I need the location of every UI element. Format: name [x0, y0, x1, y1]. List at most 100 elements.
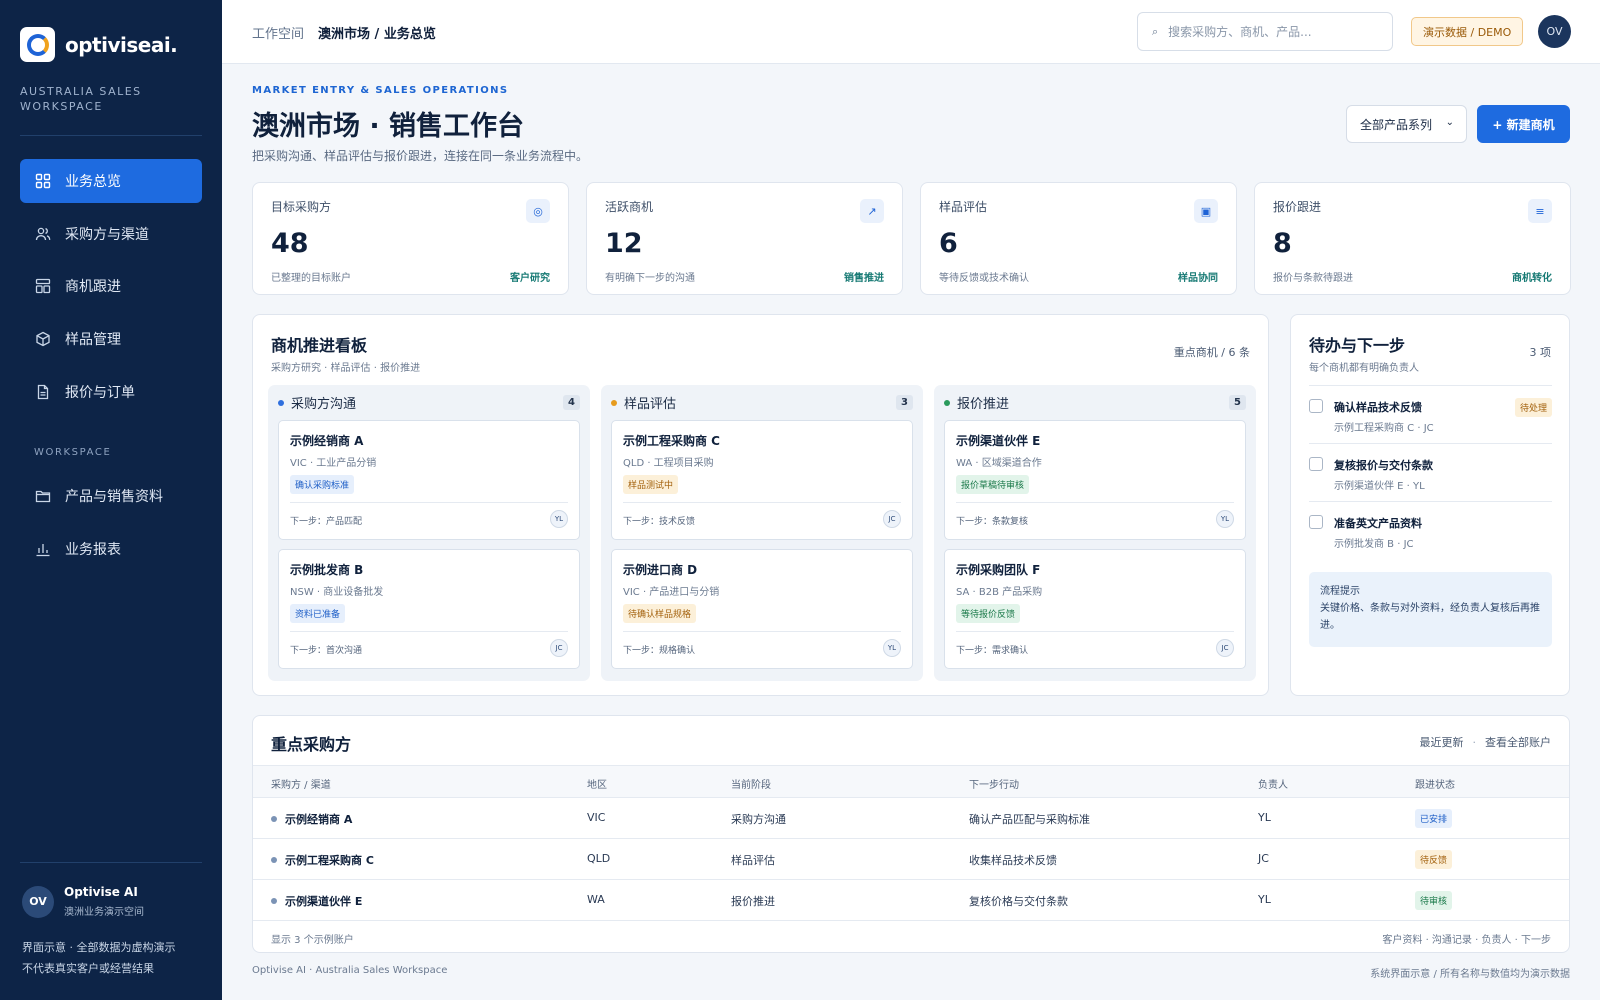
- process-tip: 流程提示 关键价格、条款与对外资料，经负责人复核后再推进。: [1309, 572, 1552, 647]
- todo-item[interactable]: 准备英文产品资料 示例批发商 B · JC: [1309, 503, 1552, 561]
- sidebar-item-buyers[interactable]: 采购方与渠道: [20, 212, 202, 256]
- column-header[interactable]: 下一步行动: [969, 776, 1019, 791]
- column-header: 报价推进: [944, 393, 1009, 412]
- todo-item[interactable]: 复核报价与交付条款 示例渠道伙伴 E · YL: [1309, 445, 1552, 503]
- stat-card[interactable]: 报价跟进 ≡ 8 报价与条款待跟进 商机转化: [1254, 182, 1571, 295]
- pipeline-icon: [35, 278, 51, 294]
- card-divider: [623, 631, 901, 632]
- opportunity-card[interactable]: 示例采购团队 F SA · B2B 产品采购 等待报价反馈 下一步：需求确认 J…: [944, 549, 1246, 669]
- opportunity-card[interactable]: 示例渠道伙伴 E WA · 区域渠道合作 报价草稿待审核 下一步：条款复核 YL: [944, 420, 1246, 540]
- page-title: 澳洲市场 · 销售工作台: [252, 111, 525, 142]
- card-name: 示例采购团队 F: [956, 563, 1041, 577]
- todo-item[interactable]: 确认样品技术反馈 示例工程采购商 C · JC 待处理: [1309, 387, 1552, 445]
- breadcrumb-current: 澳洲市场 / 业务总览: [318, 27, 436, 42]
- opportunity-card[interactable]: 示例批发商 B NSW · 商业设备批发 资料已准备 下一步：首次沟通 JC: [278, 549, 580, 669]
- brand-logo[interactable]: optiviseai.: [20, 27, 178, 62]
- stat-value: 6: [939, 228, 958, 259]
- table-row[interactable]: 示例经销商 A VIC 采购方沟通 确认产品匹配与采购标准 YL 已安排: [253, 798, 1569, 839]
- breadcrumb-root[interactable]: 工作空间: [252, 27, 304, 42]
- column-header[interactable]: 负责人: [1258, 776, 1288, 791]
- todo-checkbox[interactable]: [1309, 399, 1323, 413]
- card-meta: QLD · 工程项目采购: [623, 458, 714, 469]
- buyer-next-action: 复核价格与交付条款: [969, 895, 1068, 908]
- status-badge: 待处理: [1514, 398, 1552, 417]
- buyer-next-action: 确认产品匹配与采购标准: [969, 813, 1090, 826]
- page-footer-left: Optivise AI · Australia Sales Workspace: [252, 965, 448, 976]
- column-title: 采购方沟通: [291, 397, 357, 412]
- column-header[interactable]: 地区: [587, 776, 607, 791]
- sidebar-item-materials[interactable]: 产品与销售资料: [20, 474, 202, 518]
- card-tag: 等待报价反馈: [956, 604, 1021, 623]
- stat-tag[interactable]: 销售推进: [844, 269, 884, 284]
- sidebar-item-label: 商机跟进: [65, 279, 121, 295]
- column-header[interactable]: 跟进状态: [1415, 776, 1455, 791]
- search-icon: ⌕: [1152, 24, 1159, 38]
- page-eyebrow: MARKET ENTRY & SALES OPERATIONS: [252, 85, 509, 96]
- stat-value: 8: [1273, 228, 1292, 259]
- kanban-subtitle: 采购方研究 · 样品评估 · 报价推进: [271, 363, 421, 374]
- column-count: 4: [563, 395, 580, 410]
- opportunity-card[interactable]: 示例经销商 A VIC · 工业产品分销 确认采购标准 下一步：产品匹配 YL: [278, 420, 580, 540]
- view-all-accounts-link[interactable]: 查看全部账户: [1485, 736, 1551, 749]
- buyer-name: 示例经销商 A: [271, 811, 352, 827]
- sidebar-item-opportunities[interactable]: 商机跟进: [20, 264, 202, 308]
- product-filter-select[interactable]: 全部产品系列 ⌄: [1346, 105, 1467, 143]
- stat-tag[interactable]: 商机转化: [1512, 269, 1552, 284]
- todo-divider: [1309, 501, 1552, 502]
- todo-checkbox[interactable]: [1309, 515, 1323, 529]
- table-row[interactable]: 示例工程采购商 C QLD 样品评估 收集样品技术反馈 JC 待反馈: [253, 839, 1569, 880]
- owner-avatar: JC: [883, 510, 901, 528]
- opportunity-card[interactable]: 示例工程采购商 C QLD · 工程项目采购 样品测试中 下一步：技术反馈 JC: [611, 420, 913, 540]
- stat-card[interactable]: 活跃商机 ↗ 12 有明确下一步的沟通 销售推进: [586, 182, 903, 295]
- document-icon: [35, 384, 51, 400]
- buyer-next-action: 收集样品技术反馈: [969, 854, 1057, 867]
- table-title: 重点采购方: [271, 735, 352, 754]
- owner-avatar: YL: [1216, 510, 1234, 528]
- status-badge: 已安排: [1415, 809, 1453, 828]
- avatar: OV: [22, 885, 54, 918]
- user-profile[interactable]: OV Optivise AI 澳洲业务演示空间: [22, 885, 144, 918]
- chevron-down-icon: ⌄: [1445, 117, 1454, 128]
- sidebar-item-samples[interactable]: 样品管理: [20, 317, 202, 361]
- column-header[interactable]: 当前阶段: [731, 776, 771, 791]
- todo-item-sub: 示例工程采购商 C · JC: [1334, 423, 1434, 434]
- avatar[interactable]: OV: [1538, 15, 1571, 48]
- buyer-owner: YL: [1258, 893, 1271, 906]
- kanban-panel: 商机推进看板 采购方研究 · 样品评估 · 报价推进 重点商机 / 6 条 采购…: [252, 314, 1269, 696]
- sidebar-item-reports[interactable]: 业务报表: [20, 527, 202, 571]
- page-subtitle: 把采购沟通、样品评估与报价跟进，连接在同一条业务流程中。: [252, 149, 589, 163]
- column-header: 样品评估: [611, 393, 676, 412]
- sidebar-item-label: 报价与订单: [65, 385, 135, 401]
- sidebar-item-overview[interactable]: 业务总览: [20, 159, 202, 203]
- stat-card[interactable]: 目标采购方 ◎ 48 已整理的目标账户 客户研究: [252, 182, 569, 295]
- todo-item-title: 确认样品技术反馈: [1334, 401, 1422, 414]
- opportunity-card[interactable]: 示例进口商 D VIC · 产品进口与分销 待确认样品规格 下一步：规格确认 Y…: [611, 549, 913, 669]
- new-opportunity-button[interactable]: + 新建商机: [1477, 105, 1570, 143]
- todo-item-sub: 示例批发商 B · JC: [1334, 539, 1414, 550]
- sidebar-note-line: 界面示意 · 全部数据为虚构演示: [22, 941, 176, 954]
- sidebar-divider: [20, 862, 202, 863]
- brand-name: optiviseai.: [65, 32, 178, 57]
- stat-card[interactable]: 样品评估 ▣ 6 等待反馈或技术确认 样品协同: [920, 182, 1237, 295]
- sidebar-item-quotes[interactable]: 报价与订单: [20, 370, 202, 414]
- column-header[interactable]: 采购方 / 渠道: [271, 776, 331, 791]
- buyer-region: WA: [587, 893, 605, 906]
- table-row[interactable]: 示例渠道伙伴 E WA 报价推进 复核价格与交付条款 YL 待审核: [253, 880, 1569, 921]
- card-meta: VIC · 产品进口与分销: [623, 587, 720, 598]
- column-header: 采购方沟通: [278, 393, 356, 412]
- stat-tag[interactable]: 样品协同: [1178, 269, 1218, 284]
- todo-title: 待办与下一步: [1309, 336, 1406, 355]
- kanban-meta[interactable]: 重点商机 / 6 条: [1174, 344, 1250, 360]
- todo-checkbox[interactable]: [1309, 457, 1323, 471]
- stat-tag[interactable]: 客户研究: [510, 269, 550, 284]
- card-next-step: 下一步：规格确认: [623, 646, 696, 656]
- kanban-title: 商机推进看板: [271, 336, 368, 355]
- stat-value: 48: [271, 228, 309, 259]
- search-input[interactable]: ⌕ 搜索采购方、商机、产品...: [1137, 12, 1393, 51]
- card-next-step: 下一步：产品匹配: [290, 517, 363, 527]
- buyer-owner: YL: [1258, 811, 1271, 824]
- status-badge: 待审核: [1415, 891, 1453, 910]
- recent-updates-link[interactable]: 最近更新: [1420, 736, 1464, 749]
- card-tag: 报价草稿待审核: [956, 475, 1030, 494]
- card-next-step: 下一步：需求确认: [956, 646, 1029, 656]
